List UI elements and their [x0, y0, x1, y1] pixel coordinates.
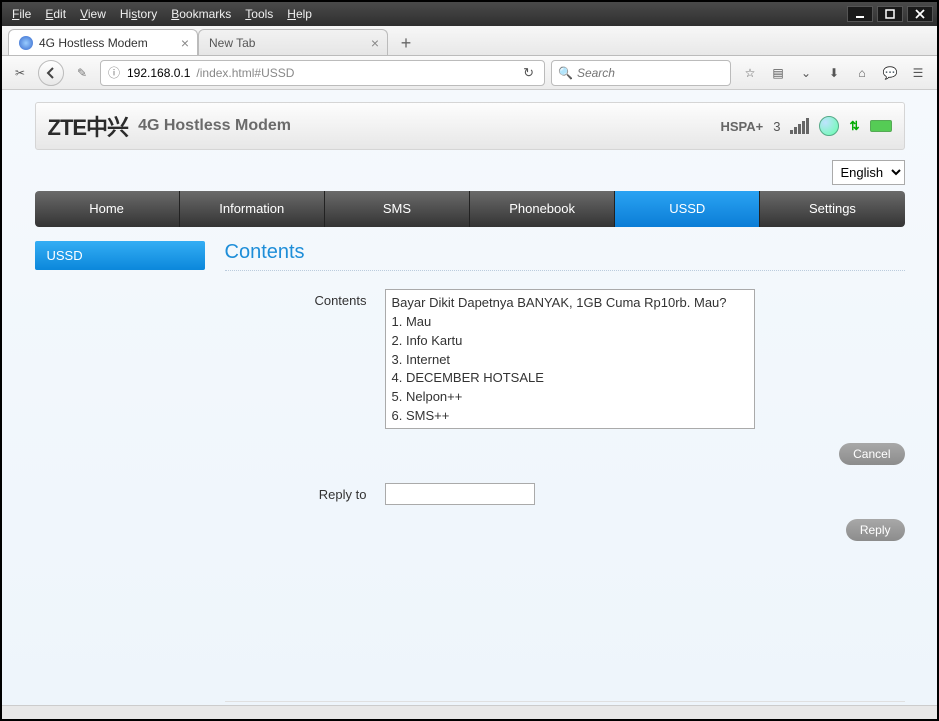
data-activity-icon: ⇅ — [849, 119, 859, 133]
nav-information[interactable]: Information — [180, 191, 325, 227]
status-area: HSPA+ 3 ⇅ — [720, 116, 891, 136]
network-value: 3 — [773, 119, 780, 134]
cancel-button[interactable]: Cancel — [839, 443, 904, 465]
browser-navbar: ✂ ✎ ⓘ 192.168.0.1/index.html#USSD ↻ 🔍 ☆ … — [2, 56, 937, 90]
nav-ussd[interactable]: USSD — [615, 191, 760, 227]
address-bar[interactable]: ⓘ 192.168.0.1/index.html#USSD ↻ — [100, 60, 545, 86]
scissors-icon[interactable]: ✂ — [8, 61, 32, 85]
browser-tab-label: 4G Hostless Modem — [39, 36, 148, 50]
nav-home[interactable]: Home — [35, 191, 180, 227]
browser-tab-1[interactable]: New Tab × — [198, 29, 388, 55]
url-host: 192.168.0.1 — [127, 66, 190, 80]
language-select[interactable]: English — [832, 160, 905, 185]
page-viewport[interactable]: ZTE中兴 4G Hostless Modem HSPA+ 3 ⇅ Englis… — [2, 90, 937, 705]
footer-copyright: Copyright © 1998-2013 ZTE Corporation. A… — [225, 701, 905, 705]
menu-help[interactable]: Help — [281, 5, 318, 23]
downloads-icon[interactable]: ⬇ — [825, 64, 843, 82]
back-button[interactable] — [38, 60, 64, 86]
app-menu: File Edit View History Bookmarks Tools H… — [6, 5, 318, 23]
battery-icon — [870, 120, 892, 132]
ussd-contents-box[interactable]: Bayar Dikit Dapetnya BANYAK, 1GB Cuma Rp… — [385, 289, 755, 429]
nav-settings[interactable]: Settings — [760, 191, 904, 227]
menu-edit[interactable]: Edit — [39, 5, 72, 23]
page-heading: Contents — [225, 241, 905, 271]
menu-view[interactable]: View — [74, 5, 112, 23]
arrow-left-icon — [44, 66, 58, 80]
reply-to-label: Reply to — [225, 483, 385, 502]
menu-history[interactable]: History — [114, 5, 163, 23]
contents-label: Contents — [225, 289, 385, 308]
reader-icon[interactable]: ▤ — [769, 64, 787, 82]
home-icon[interactable]: ⌂ — [853, 64, 871, 82]
device-header: ZTE中兴 4G Hostless Modem HSPA+ 3 ⇅ — [35, 102, 905, 150]
menu-file[interactable]: File — [6, 5, 37, 23]
search-icon: 🔍 — [558, 66, 573, 80]
product-title: 4G Hostless Modem — [138, 117, 291, 135]
sidebar-item-ussd[interactable]: USSD — [35, 241, 205, 270]
content-panel: Contents Contents Bayar Dikit Dapetnya B… — [225, 241, 905, 705]
browser-tab-0[interactable]: 4G Hostless Modem × — [8, 29, 198, 55]
tab-close-icon[interactable]: × — [181, 35, 189, 51]
nav-sms[interactable]: SMS — [325, 191, 470, 227]
edit-url-icon[interactable]: ✎ — [70, 61, 94, 85]
bookmark-star-icon[interactable]: ☆ — [741, 64, 759, 82]
hamburger-menu-icon[interactable]: ☰ — [909, 64, 927, 82]
browser-status-bar — [2, 705, 937, 719]
window-minimize-button[interactable] — [847, 6, 873, 22]
info-icon[interactable]: ⓘ — [107, 64, 121, 81]
new-tab-button[interactable]: + — [394, 31, 418, 55]
reply-to-input[interactable] — [385, 483, 535, 505]
network-mode-label: HSPA+ — [720, 119, 763, 134]
reply-button[interactable]: Reply — [846, 519, 905, 541]
globe-icon — [19, 36, 33, 50]
chat-icon[interactable]: 💬 — [881, 64, 899, 82]
window-close-button[interactable] — [907, 6, 933, 22]
search-input[interactable] — [577, 66, 724, 80]
nav-phonebook[interactable]: Phonebook — [470, 191, 615, 227]
window-maximize-button[interactable] — [877, 6, 903, 22]
sidebar: USSD — [35, 241, 205, 705]
main-nav: Home Information SMS Phonebook USSD Sett… — [35, 191, 905, 227]
search-box[interactable]: 🔍 — [551, 60, 731, 86]
browser-tab-label: New Tab — [209, 36, 255, 50]
window-titlebar: File Edit View History Bookmarks Tools H… — [2, 2, 937, 26]
signal-bars-icon — [790, 118, 809, 134]
internet-globe-icon — [819, 116, 839, 136]
reload-icon[interactable]: ↻ — [519, 65, 538, 81]
menu-tools[interactable]: Tools — [239, 5, 279, 23]
browser-tabstrip: 4G Hostless Modem × New Tab × + — [2, 26, 937, 56]
tab-close-icon[interactable]: × — [371, 35, 379, 51]
url-path: /index.html#USSD — [196, 66, 294, 80]
menu-bookmarks[interactable]: Bookmarks — [165, 5, 237, 23]
pocket-icon[interactable]: ⌄ — [797, 64, 815, 82]
brand-logo: ZTE中兴 — [48, 110, 129, 142]
